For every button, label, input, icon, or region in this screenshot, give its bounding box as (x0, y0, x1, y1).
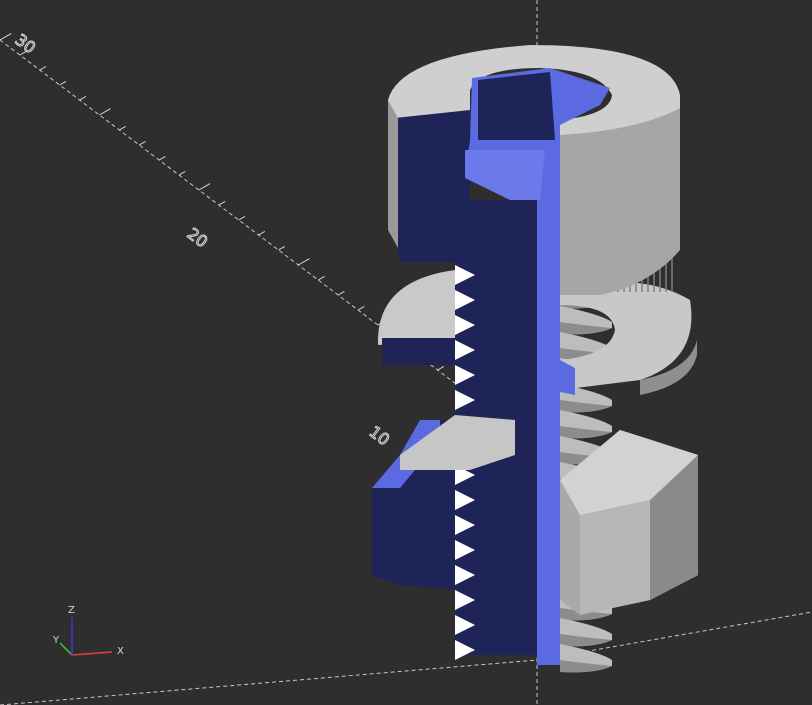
gizmo-y-label: Y (52, 635, 60, 646)
3d-viewport[interactable]: 30 20 10 X Y Z (0, 0, 812, 705)
gizmo-x-label: X (117, 646, 124, 657)
viewport-canvas[interactable]: 30 20 10 X Y Z (0, 0, 812, 705)
gizmo-z-label: Z (68, 605, 75, 616)
model[interactable] (372, 45, 698, 673)
